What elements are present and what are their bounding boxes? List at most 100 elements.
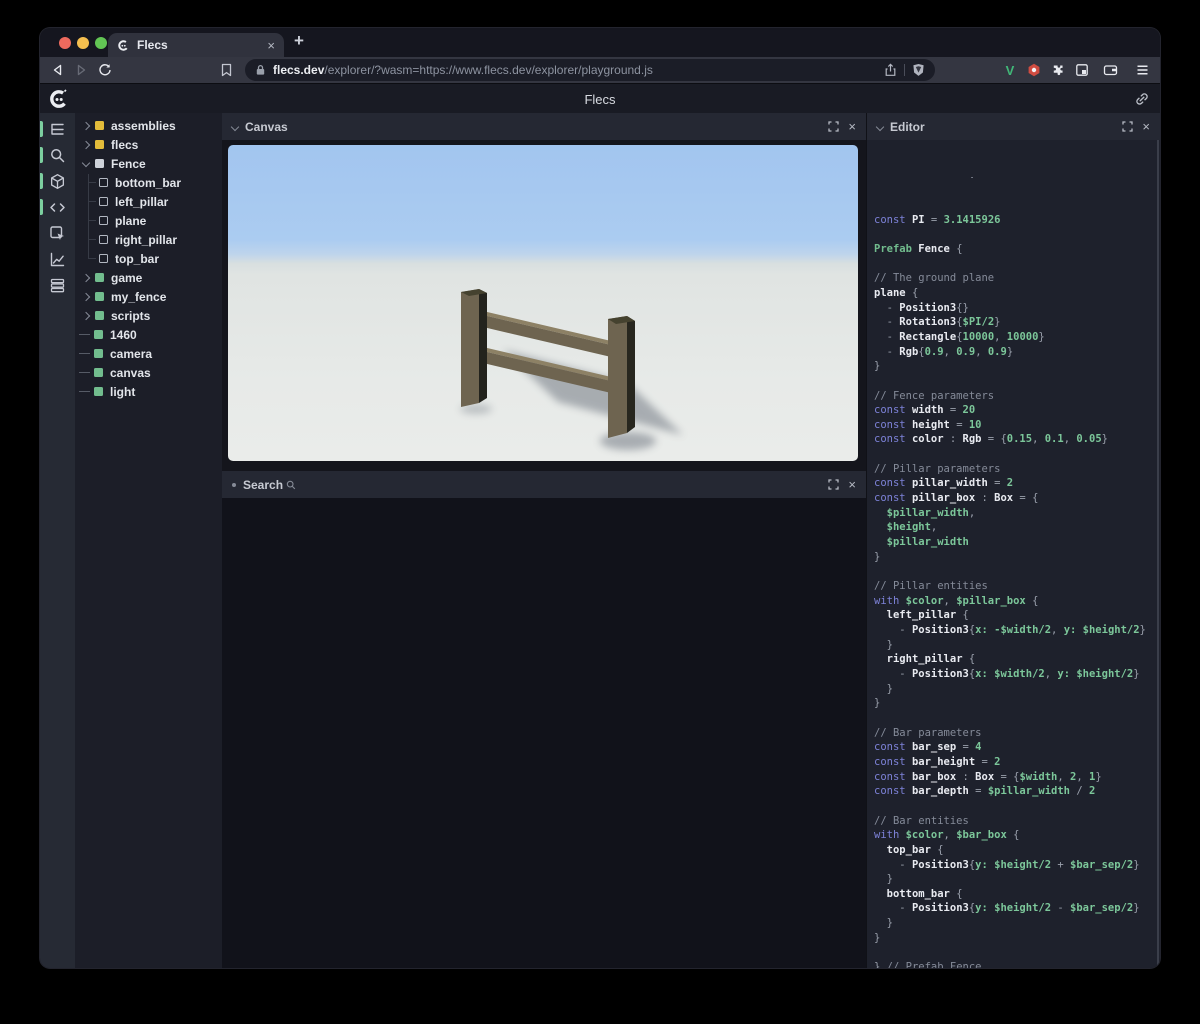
code-line: with $color, $pillar_box { [874,594,1160,609]
desktop: { "browser": { "traffic_lights": {"close… [0,0,1200,1024]
brave-shield-icon[interactable] [912,63,925,77]
canvas-panel-header: Canvas × [222,113,866,140]
expand-arrow-icon[interactable] [82,140,90,148]
sidebar-toggle-icon[interactable] [1072,60,1092,80]
tree-item-light[interactable]: light [75,382,222,401]
sidebar-code-editor-icon[interactable] [40,194,75,220]
tree-item-label: plane [115,214,146,228]
chevron-down-icon[interactable] [876,122,884,130]
tree-item-label: bottom_bar [115,176,181,190]
sidebar-scene-cube-icon[interactable] [40,168,75,194]
tree-item-plane[interactable]: plane [75,211,222,230]
tree-item-top_bar[interactable]: top_bar [75,249,222,268]
expand-arrow-icon[interactable] [82,292,90,300]
extension-adblock-icon[interactable] [1024,60,1044,80]
tree-item-assemblies[interactable]: assemblies [75,116,222,135]
close-icon[interactable]: × [1142,120,1150,133]
sidebar-inspect-icon[interactable] [40,220,75,246]
code-line: - Position3{x: $width/2, y: $height/2} [874,667,1160,682]
tree-item-my_fence[interactable]: my_fence [75,287,222,306]
sidebar-search-icon[interactable] [40,142,75,168]
fullscreen-icon[interactable] [1122,121,1133,132]
wallet-icon[interactable] [1100,60,1120,80]
bookmark-icon[interactable] [216,60,236,80]
expand-arrow-icon[interactable] [82,311,90,319]
tree-item-bottom_bar[interactable]: bottom_bar [75,173,222,192]
entity-square-icon [94,330,103,339]
code-line: bottom_bar { [874,887,1160,902]
tree-item-label: 1460 [110,328,137,342]
browser-tab[interactable]: Flecs × [108,33,284,57]
entity-tree: assemblies flecs Fence bottom_bar left_pilla… [75,113,222,401]
main-area: assemblies flecs Fence bottom_bar left_pilla… [40,113,1160,968]
expand-arrow-icon[interactable] [82,273,90,281]
chevron-down-icon[interactable] [231,122,239,130]
reload-icon[interactable] [95,60,115,80]
address-bar[interactable]: flecs.dev/explorer/?wasm=https://www.fle… [245,59,935,81]
code-line: // The ground plane [874,271,1160,286]
bullet-icon[interactable] [232,483,236,487]
center-column: Canvas × [222,113,866,968]
new-tab-button[interactable]: + [294,31,304,51]
entity-square-icon [99,197,108,206]
tree-item-label: flecs [111,138,138,152]
entity-square-icon [94,349,103,358]
editor-panel: Editor × - . const PI = 3.1415926 Prefab… [866,113,1160,968]
code-line: } [874,638,1160,653]
code-line: } [874,682,1160,697]
code-line: } [874,916,1160,931]
back-icon[interactable] [48,60,68,80]
editor-panel-title: Editor [890,120,1115,134]
scene-viewport[interactable] [228,145,858,461]
traffic-light-close[interactable] [59,37,71,49]
address-bar-divider [904,64,905,76]
expand-arrow-icon[interactable] [82,121,90,129]
sidebar-entity-tree-icon[interactable] [40,116,75,142]
close-icon[interactable]: × [848,120,856,133]
forward-icon[interactable] [71,60,91,80]
tree-item-scripts[interactable]: scripts [75,306,222,325]
menu-icon[interactable] [1132,60,1152,80]
search-panel-header: Search × [222,471,866,498]
share-icon[interactable] [884,63,897,77]
sidebar-logs-stack-icon[interactable] [40,272,75,298]
tree-item-camera[interactable]: camera [75,344,222,363]
tree-item-1460[interactable]: 1460 [75,325,222,344]
code-line: plane { [874,286,1160,301]
traffic-light-minimize[interactable] [77,37,89,49]
url-domain: flecs.dev [273,63,324,77]
link-icon[interactable] [1134,91,1150,107]
tree-item-label: Fence [111,157,146,171]
tree-item-game[interactable]: game [75,268,222,287]
editor-scrollbar[interactable] [1157,140,1159,968]
extension-v-icon[interactable]: V [1000,60,1020,80]
tree-item-label: camera [110,347,152,361]
tree-item-Fence[interactable]: Fence [75,154,222,173]
fullscreen-icon[interactable] [828,479,839,490]
code-line: $pillar_width [874,535,1160,550]
entity-square-icon [95,292,104,301]
tree-item-right_pillar[interactable]: right_pillar [75,230,222,249]
code-line: - Position3{x: -$width/2, y: $height/2} [874,623,1160,638]
app-header: Flecs [40,83,1160,114]
code-line: - Position3{y: $height/2 - $bar_sep/2} [874,901,1160,916]
traffic-light-zoom[interactable] [95,37,107,49]
search-panel-body[interactable] [222,498,866,968]
tree-item-flecs[interactable]: flecs [75,135,222,154]
browser-toolbar: flecs.dev/explorer/?wasm=https://www.fle… [40,57,1160,83]
entity-square-icon [99,178,108,187]
fullscreen-icon[interactable] [828,121,839,132]
code-line: - Rgb{0.9, 0.9, 0.9} [874,345,1160,360]
code-line: } // Prefab Fence [874,960,1160,968]
code-line: } [874,931,1160,946]
sidebar-stats-chart-icon[interactable] [40,246,75,272]
code-editor-area[interactable]: - . const PI = 3.1415926 Prefab Fence { … [867,140,1160,968]
tree-item-left_pillar[interactable]: left_pillar [75,192,222,211]
tab-close-icon[interactable]: × [267,39,275,52]
extensions-puzzle-icon[interactable] [1048,60,1068,80]
entity-square-icon [99,216,108,225]
close-icon[interactable]: × [848,478,856,491]
tree-item-canvas[interactable]: canvas [75,363,222,382]
expand-arrow-icon[interactable] [82,158,90,166]
code-line: } [874,359,1160,374]
